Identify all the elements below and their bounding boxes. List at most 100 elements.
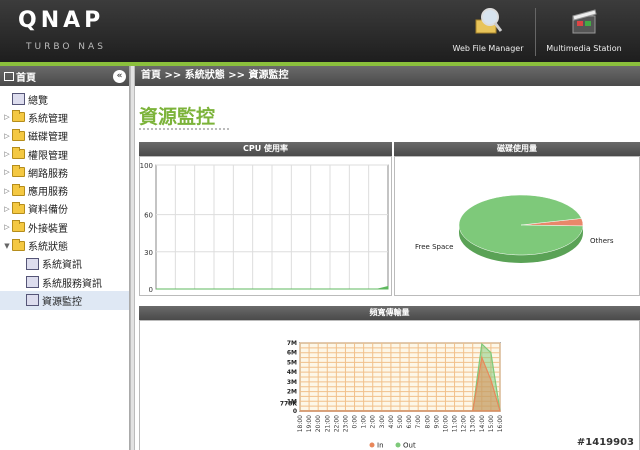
bw-x-tick-label: 11:00 bbox=[452, 415, 459, 432]
sidebar-item-9[interactable]: 系統資訊 bbox=[0, 255, 129, 273]
qnap-logo: QNAP bbox=[18, 8, 105, 33]
expand-arrow-icon[interactable]: ▷ bbox=[2, 113, 12, 121]
sidebar-item-label: 權限管理 bbox=[28, 150, 68, 162]
bw-legend-label-out: Out bbox=[403, 442, 416, 450]
cpu-y-tick-label: 100 bbox=[140, 162, 153, 170]
bw-x-tick-label: 14:00 bbox=[479, 415, 486, 432]
folder-icon bbox=[12, 165, 25, 178]
bw-legend-marker-out bbox=[395, 442, 401, 448]
top-header: QNAP TURBO NAS Web File Manager Multimed… bbox=[0, 0, 640, 62]
sidebar-item-label: 資料備份 bbox=[28, 205, 68, 217]
sidebar-item-8[interactable]: ▼ 系統狀態 bbox=[0, 236, 129, 254]
title-divider bbox=[139, 128, 229, 130]
folder-icon bbox=[12, 201, 25, 214]
disk-label-free-space: Free Space bbox=[415, 243, 453, 251]
cpu-usage-chart: 100 60 30 0 bbox=[140, 162, 389, 294]
folder-icon bbox=[12, 220, 25, 233]
disk-usage-chart: Free Space Others bbox=[415, 194, 614, 263]
bw-x-tick-label: 9:00 bbox=[433, 415, 440, 429]
bw-x-tick-label: 12:00 bbox=[461, 415, 468, 432]
bw-x-tick-label: 13:00 bbox=[470, 415, 477, 432]
bw-y-tick-label: 0 bbox=[293, 408, 297, 415]
bw-x-tick-label: 4:00 bbox=[388, 415, 395, 429]
main-content: 首頁 >> 系統狀態 >> 資源監控 資源監控 CPU 使用率 100 60 30 0… bbox=[135, 66, 640, 450]
sidebar-item-label: 外接裝置 bbox=[28, 223, 68, 235]
folder-icon bbox=[12, 183, 25, 196]
multimedia-station-label: Multimedia Station bbox=[546, 44, 622, 53]
sidebar: 首頁 « 總覽 ▷ 系統管理 ▷ 磁碟管理 ▷ 權限管理 ▷ 網路服務 ▷ 應用服務 ▷ 資料備份 ▷ 外接… bbox=[0, 66, 130, 450]
clapperboard-icon bbox=[572, 9, 597, 34]
bw-x-tick-label: 3:00 bbox=[379, 415, 386, 429]
bw-x-tick-label: 2:00 bbox=[370, 415, 377, 429]
folder-icon bbox=[12, 238, 25, 251]
sidebar-item-10[interactable]: 系統服務資訊 bbox=[0, 273, 129, 291]
sidebar-item-6[interactable]: ▷ 資料備份 bbox=[0, 200, 129, 218]
expand-arrow-icon[interactable]: ▷ bbox=[2, 168, 12, 176]
web-file-manager-label: Web File Manager bbox=[452, 44, 524, 53]
sidebar-item-11[interactable]: 資源監控 bbox=[0, 291, 129, 310]
magnifier-folder-icon bbox=[475, 8, 503, 34]
disk-panel: Free Space Others bbox=[394, 156, 640, 296]
sidebar-item-7[interactable]: ▷ 外接裝置 bbox=[0, 218, 129, 236]
expand-arrow-icon[interactable]: ▷ bbox=[2, 205, 12, 213]
sidebar-item-0[interactable]: 總覽 bbox=[0, 90, 129, 108]
cpu-panel: 100 60 30 0 bbox=[139, 156, 392, 296]
bw-y-tick-label: 7M bbox=[287, 340, 297, 347]
bw-legend-marker-in bbox=[369, 442, 375, 448]
folder-icon bbox=[12, 110, 25, 123]
web-file-manager-button[interactable]: Web File Manager bbox=[443, 6, 533, 60]
expand-arrow-icon[interactable]: ▷ bbox=[2, 132, 12, 140]
navigation-tree: 總覽 ▷ 系統管理 ▷ 磁碟管理 ▷ 權限管理 ▷ 網路服務 ▷ 應用服務 ▷ 資料備份 ▷ 外接裝置 ▼ 系統… bbox=[0, 86, 129, 310]
collapse-sidebar-button[interactable]: « bbox=[113, 69, 126, 83]
sidebar-item-1[interactable]: ▷ 系統管理 bbox=[0, 108, 129, 126]
bw-x-tick-label: 0:00 bbox=[352, 415, 359, 429]
sidebar-item-label: 系統資訊 bbox=[42, 260, 82, 272]
expand-arrow-icon[interactable]: ▷ bbox=[2, 187, 12, 195]
bandwidth-panel: 18:00 19:00 20:00 21:00 22:00 23:00 0:00 1:00 2:… bbox=[139, 320, 640, 450]
home-icon bbox=[4, 71, 14, 81]
bw-x-tick-label: 19:00 bbox=[306, 415, 313, 432]
cpu-y-tick-label: 30 bbox=[144, 249, 153, 257]
sidebar-item-label: 網路服務 bbox=[28, 168, 68, 180]
header-divider bbox=[535, 8, 536, 56]
cpu-y-tick-label: 60 bbox=[144, 212, 153, 220]
bw-x-tick-label: 6:00 bbox=[406, 415, 413, 429]
sidebar-item-label: 應用服務 bbox=[28, 187, 68, 199]
expand-arrow-icon[interactable]: ▷ bbox=[2, 223, 12, 231]
expanded-arrow-icon[interactable]: ▼ bbox=[2, 242, 12, 250]
folder-icon bbox=[12, 128, 25, 141]
disk-label-others: Others bbox=[590, 237, 614, 245]
bandwidth-chart: 18:00 19:00 20:00 21:00 22:00 23:00 0:00 1:00 2:… bbox=[280, 340, 504, 450]
disk-panel-header: 磁碟使用量 bbox=[394, 142, 640, 156]
image-stamp: #1419903 bbox=[576, 437, 634, 448]
bw-x-tick-label: 23:00 bbox=[342, 415, 349, 432]
sidebar-item-label: 磁碟管理 bbox=[28, 132, 68, 144]
bw-x-tick-label: 22:00 bbox=[333, 415, 340, 432]
expand-arrow-icon[interactable]: ▷ bbox=[2, 150, 12, 158]
bw-y-tick-label: 5M bbox=[287, 359, 297, 366]
folder-icon bbox=[12, 147, 25, 160]
sidebar-title: 首頁 bbox=[16, 72, 36, 84]
bw-y-tick-label: 2M bbox=[287, 389, 297, 396]
bw-legend-label-in: In bbox=[377, 442, 384, 450]
bw-x-tick-label: 15:00 bbox=[488, 415, 495, 432]
page-title: 資源監控 bbox=[139, 106, 216, 128]
sidebar-item-label: 系統服務資訊 bbox=[42, 278, 102, 290]
cpu-y-tick-label: 0 bbox=[149, 286, 153, 294]
sidebar-item-label: 總覽 bbox=[28, 95, 48, 107]
sidebar-item-label: 系統狀態 bbox=[28, 242, 68, 254]
bw-x-tick-label: 5:00 bbox=[397, 415, 404, 429]
bw-x-tick-label: 21:00 bbox=[324, 415, 331, 432]
bw-y-tick-label: 6M bbox=[287, 350, 297, 357]
bw-x-tick-label: 1:00 bbox=[361, 415, 368, 429]
bw-x-tick-label: 7:00 bbox=[415, 415, 422, 429]
cpu-panel-header: CPU 使用率 bbox=[139, 142, 392, 156]
sidebar-item-5[interactable]: ▷ 應用服務 bbox=[0, 181, 129, 199]
sidebar-item-2[interactable]: ▷ 磁碟管理 bbox=[0, 127, 129, 145]
multimedia-station-button[interactable]: Multimedia Station bbox=[539, 6, 629, 60]
sidebar-item-4[interactable]: ▷ 網路服務 bbox=[0, 163, 129, 181]
bw-x-tick-label: 18:00 bbox=[297, 415, 304, 432]
sidebar-item-3[interactable]: ▷ 權限管理 bbox=[0, 145, 129, 163]
sidebar-item-label: 系統管理 bbox=[28, 113, 68, 125]
bw-y-tick-label: 4M bbox=[287, 369, 297, 376]
